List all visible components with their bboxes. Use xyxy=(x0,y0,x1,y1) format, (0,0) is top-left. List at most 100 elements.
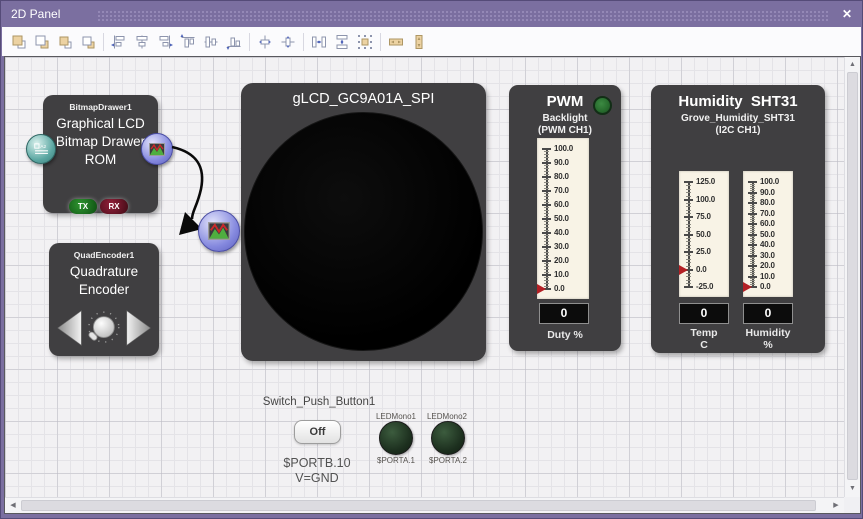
close-icon[interactable]: ✕ xyxy=(842,6,852,22)
toolbar-space-equally-vertically-icon[interactable] xyxy=(332,32,352,52)
pin-image-output[interactable] xyxy=(141,133,173,165)
titlebar[interactable]: 2D Panel ✕ xyxy=(1,1,862,27)
gauge-minor xyxy=(544,188,549,189)
gauge-pointer-icon[interactable] xyxy=(679,265,688,275)
gauge-minor xyxy=(544,165,549,166)
gauge-tick-label: 60.0 xyxy=(554,200,569,210)
temperature-label: Temp xyxy=(679,327,729,339)
toolbar-bring-forward-icon[interactable] xyxy=(55,32,75,52)
design-canvas[interactable]: BitmapDrawer1 Graphical LCD Bitmap Drawe… xyxy=(5,57,844,497)
temperature-gauge[interactable]: 125.0100.075.050.025.00.0-25.0 xyxy=(679,171,729,297)
toolbar-align-tops-icon[interactable] xyxy=(178,32,198,52)
gauge-minor xyxy=(750,186,755,187)
gauge-major xyxy=(684,181,693,183)
block-label: Quadrature Encoder xyxy=(49,263,159,299)
gauge-tick-label: 20.0 xyxy=(554,256,569,266)
encoder-controls xyxy=(49,307,159,349)
humidity-gauge[interactable]: 100.090.080.070.060.050.040.030.020.010.… xyxy=(743,171,793,297)
gauge-major xyxy=(542,148,551,150)
toolbar-separator xyxy=(303,33,304,51)
scroll-right-icon[interactable]: ▶ xyxy=(830,498,842,513)
block-glcd-display[interactable]: gLCD_GC9A01A_SPI xyxy=(241,83,486,361)
gauge-minor xyxy=(544,202,549,203)
gauge-minor xyxy=(686,245,691,246)
gauge-minor xyxy=(686,280,691,281)
encoder-left-arrow[interactable] xyxy=(56,307,83,349)
gauge-minor xyxy=(750,259,755,260)
vertical-scrollbar[interactable]: ▲ ▼ xyxy=(844,57,860,497)
led1-indicator xyxy=(379,421,413,455)
horizontal-scroll-thumb[interactable] xyxy=(21,500,816,511)
push-button[interactable]: Off xyxy=(294,420,341,444)
push-button-instance-name: Switch_Push_Button1 xyxy=(243,396,395,408)
panel-pwm-backlight[interactable]: PWM Backlight (PWM CH1) 100.090.080.070.… xyxy=(509,85,621,351)
gauge-major xyxy=(684,286,693,288)
rx-indicator: RX xyxy=(100,199,128,214)
toolbar-align-vertical-centers-icon[interactable] xyxy=(201,32,221,52)
horizontal-scrollbar[interactable]: ◀ ▶ xyxy=(5,497,844,513)
gauge-pointer-icon[interactable] xyxy=(537,284,546,294)
gauge-minor xyxy=(544,277,549,278)
pin-glcd-image-input[interactable] xyxy=(198,210,240,252)
gauge-minor xyxy=(544,221,549,222)
pwm-duty-gauge[interactable]: 100.090.080.070.060.050.040.030.020.010.… xyxy=(537,138,589,299)
image-icon xyxy=(208,222,230,240)
gauge-minor xyxy=(750,268,755,269)
gauge-minor xyxy=(686,276,691,277)
pin-commands-input[interactable]: A2 xyxy=(26,134,56,164)
gauge-major xyxy=(684,199,693,201)
gauge-minor xyxy=(750,188,755,189)
gauge-minor xyxy=(686,283,691,284)
toolbar-bring-to-front-icon[interactable] xyxy=(9,32,29,52)
toolbar-center-horizontally-icon[interactable] xyxy=(255,32,275,52)
panel-title: Humidity SHT31 xyxy=(651,93,825,110)
gauge-minor xyxy=(750,228,755,229)
scroll-up-icon[interactable]: ▲ xyxy=(845,59,860,71)
block-bitmap-drawer[interactable]: BitmapDrawer1 Graphical LCD Bitmap Drawe… xyxy=(43,95,158,213)
gauge-minor xyxy=(686,210,691,211)
text-commands-icon: A2 xyxy=(34,143,49,155)
scroll-down-icon[interactable]: ▼ xyxy=(845,483,860,495)
toolbar-align-rights-icon[interactable] xyxy=(155,32,175,52)
gauge-minor xyxy=(544,171,549,172)
gauge-minor xyxy=(544,213,549,214)
toolbar-align-lefts-icon[interactable] xyxy=(109,32,129,52)
gauge-major xyxy=(542,176,551,178)
block-quad-encoder[interactable]: QuadEncoder1 Quadrature Encoder xyxy=(49,243,159,356)
toolbar-send-to-back-icon[interactable] xyxy=(32,32,52,52)
toolbar-make-same-width-icon[interactable] xyxy=(386,32,406,52)
gauge-minor xyxy=(750,230,755,231)
encoder-knob[interactable] xyxy=(83,307,125,349)
gauge-minor xyxy=(544,258,549,259)
push-button-voltage-label: V=GND xyxy=(257,471,377,485)
gauge-minor xyxy=(544,280,549,281)
toolbar-space-equally-horizontally-icon[interactable] xyxy=(309,32,329,52)
toolbar-center-vertically-icon[interactable] xyxy=(278,32,298,52)
vertical-scroll-thumb[interactable] xyxy=(847,72,858,480)
humidity-unit: % xyxy=(743,339,793,351)
gauge-minor xyxy=(686,213,691,214)
gauge-minor xyxy=(750,198,755,199)
toolbar-snap-to-grid-icon[interactable] xyxy=(355,32,375,52)
gauge-minor xyxy=(544,196,549,197)
gauge-pointer-icon[interactable] xyxy=(743,282,752,292)
panel-humidity-sht31[interactable]: Humidity SHT31 Grove_Humidity_SHT31 (I2C… xyxy=(651,85,825,353)
encoder-right-arrow[interactable] xyxy=(125,307,152,349)
toolbar-send-backward-icon[interactable] xyxy=(78,32,98,52)
gauge-minor xyxy=(750,238,755,239)
toolbar-align-bottoms-icon[interactable] xyxy=(224,32,244,52)
gauge-minor xyxy=(750,205,755,206)
toolbar-make-same-height-icon[interactable] xyxy=(409,32,429,52)
gauge-tick-label: 90.0 xyxy=(554,158,569,168)
gauge-minor xyxy=(750,249,755,250)
2d-panel-window: 2D Panel ✕ BitmapDrawer1 Graphical LCD B… xyxy=(0,0,863,519)
scroll-left-icon[interactable]: ◀ xyxy=(7,498,19,513)
gauge-minor xyxy=(544,244,549,245)
gauge-tick-label: 10.0 xyxy=(760,272,775,282)
toolbar-align-horizontal-centers-icon[interactable] xyxy=(132,32,152,52)
gauge-tick-label: 60.0 xyxy=(760,219,775,229)
gauge-minor xyxy=(544,252,549,253)
gauge-major xyxy=(542,190,551,192)
gauge-major xyxy=(542,260,551,262)
gauge-minor xyxy=(750,184,755,185)
